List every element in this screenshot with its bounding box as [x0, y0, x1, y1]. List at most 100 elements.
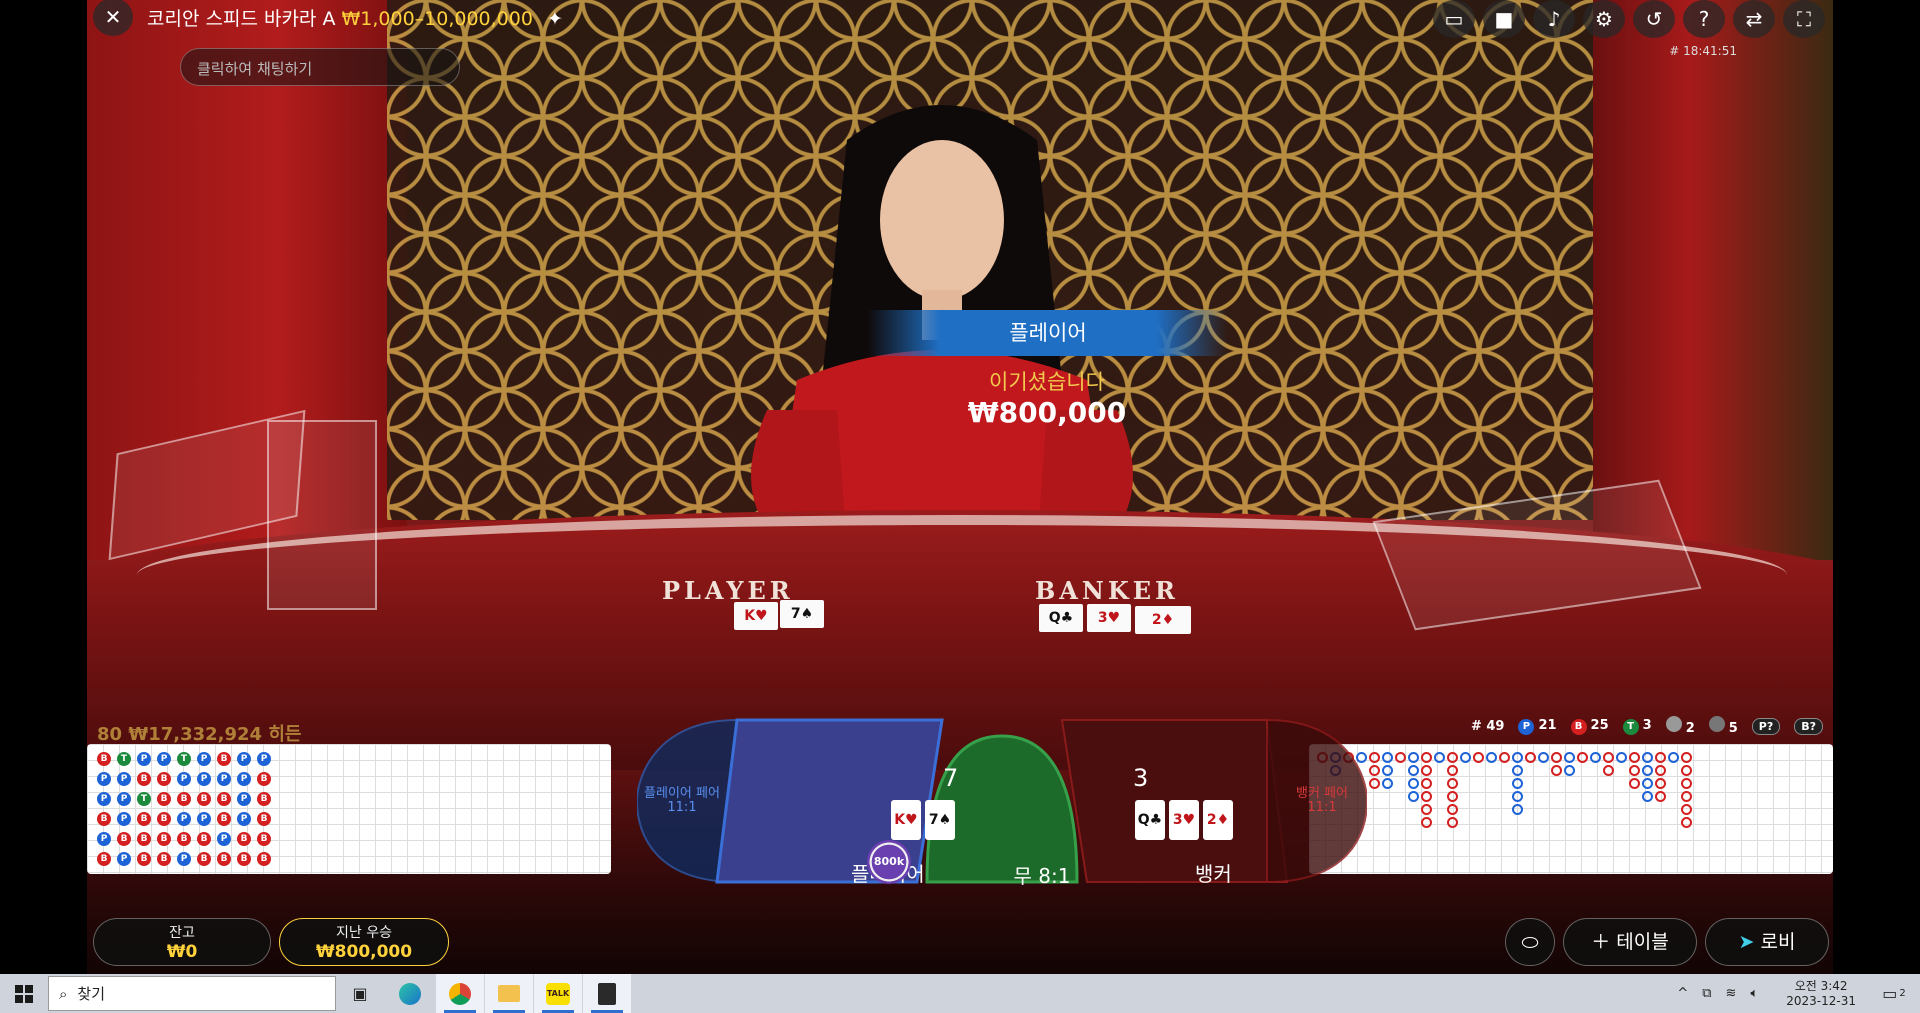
playing-card: K♥: [891, 800, 921, 840]
volume-button[interactable]: ♪: [1533, 0, 1575, 38]
bead-road-cell: P: [97, 832, 111, 846]
network-icon[interactable]: ⧉: [1702, 986, 1711, 1001]
playing-card: 2♦: [1203, 800, 1233, 840]
tie-label: 무 8:1: [1013, 864, 1071, 886]
chrome-button[interactable]: [436, 974, 484, 1013]
tie-bet[interactable]: 무 8:1: [967, 720, 1117, 886]
bead-road-cell: B: [257, 772, 271, 786]
big-road-cell: [1603, 752, 1614, 763]
big-road-cell: [1668, 752, 1679, 763]
bead-road-cell: B: [137, 812, 151, 826]
bead-road-cell: B: [217, 812, 231, 826]
lobby-button[interactable]: ➤ 로비: [1705, 918, 1829, 966]
big-road-cell: [1525, 752, 1536, 763]
bead-road-cell: T: [117, 752, 131, 766]
bead-road-cell: B: [217, 752, 231, 766]
big-road-cell: [1681, 765, 1692, 776]
chat-button[interactable]: ▭: [1433, 0, 1475, 38]
banker-score: 3: [1133, 764, 1149, 792]
banker-pair-icon: [1708, 716, 1725, 732]
win-amount: ₩800,000: [967, 396, 1127, 429]
big-road: [1309, 744, 1833, 874]
big-road-cell: [1629, 765, 1640, 776]
felt-card: 3♥: [1087, 604, 1131, 632]
chevron-up-icon[interactable]: ^: [1677, 986, 1688, 1001]
big-road-cell: [1421, 804, 1432, 815]
bead-road-cell: P: [197, 772, 211, 786]
bead-road-cell: P: [97, 792, 111, 806]
table-name: 코리안 스피드 바카라 A: [147, 8, 336, 30]
video-button[interactable]: ■: [1483, 0, 1525, 38]
banker-predict-button[interactable]: B?: [1794, 717, 1823, 735]
bead-road-cell: B: [257, 812, 271, 826]
file-explorer-button[interactable]: [485, 974, 533, 1013]
big-road-cell: [1681, 804, 1692, 815]
pin-icon[interactable]: ✦: [547, 8, 563, 30]
bead-road-cell: B: [197, 792, 211, 806]
chat-input[interactable]: 클릭하여 채팅하기: [180, 48, 460, 86]
task-view-button[interactable]: ▣: [336, 974, 384, 1013]
big-road-cell: [1512, 765, 1523, 776]
bead-road-cell: P: [177, 772, 191, 786]
history-button[interactable]: ↺: [1633, 0, 1675, 38]
player-pair-icon: [1665, 716, 1682, 732]
bet-chip[interactable]: 800k: [867, 840, 911, 884]
big-road-cell: [1590, 752, 1601, 763]
playing-card: 7♠: [925, 800, 955, 840]
felt-player-label: PLAYER: [662, 576, 794, 605]
calculator-button[interactable]: [583, 974, 631, 1013]
banker-pair-bet[interactable]: 뱅커 페어 11:1: [1277, 720, 1367, 886]
player-pair-bet[interactable]: 플레이어 페어 11:1: [637, 720, 727, 886]
big-road-cell: [1655, 752, 1666, 763]
settings-button[interactable]: ⚙: [1583, 0, 1625, 38]
tables-button[interactable]: ＋ 테이블: [1563, 918, 1697, 966]
bead-road-cell: P: [157, 752, 171, 766]
big-road-cell: [1538, 752, 1549, 763]
player-predict-button[interactable]: P?: [1751, 717, 1781, 735]
chip-stack-icon: ⬭: [1521, 930, 1539, 954]
notification-button[interactable]: ▭ 2: [1868, 974, 1920, 1013]
help-button[interactable]: ?: [1683, 0, 1725, 38]
bead-road-cell: P: [237, 812, 251, 826]
bet-limits: ₩1,000–10,000,000: [341, 8, 533, 30]
banker-pair-label: 뱅커 페어: [1296, 786, 1348, 801]
big-road-cell: [1460, 752, 1471, 763]
discard-tray-left: [267, 420, 377, 610]
bead-road-cell: B: [217, 792, 231, 806]
start-button[interactable]: [0, 974, 48, 1013]
clock[interactable]: 오전 3:42 2023-12-31: [1786, 979, 1856, 1009]
lobby-label: 로비: [1760, 931, 1796, 953]
big-road-cell: [1512, 804, 1523, 815]
video-icon: ■: [1494, 7, 1514, 31]
bead-road-cell: P: [177, 852, 191, 866]
game-number: # 18:41:51: [1669, 44, 1737, 58]
kakaotalk-icon: TALK: [546, 982, 570, 1005]
curtain-right: [1593, 0, 1833, 560]
plus-icon: ＋: [1591, 931, 1611, 953]
edge-button[interactable]: [386, 974, 434, 1013]
winner-banner: 플레이어: [868, 310, 1228, 356]
big-road-cell: [1447, 778, 1458, 789]
player-cards: K♥ 7♠: [891, 800, 955, 840]
fullscreen-button[interactable]: ⛶: [1783, 0, 1825, 38]
taskbar-search[interactable]: ⌕ 찾기: [48, 976, 336, 1011]
bead-road-cell: P: [217, 772, 231, 786]
volume-tray-icon[interactable]: 🔈︎: [1750, 986, 1758, 1001]
big-road-cell: [1434, 752, 1445, 763]
kakaotalk-button[interactable]: TALK: [534, 974, 582, 1013]
swap-button[interactable]: ⇄: [1733, 0, 1775, 38]
volume-icon: ♪: [1547, 7, 1561, 31]
bead-road-cell: P: [197, 752, 211, 766]
big-road-cell: [1369, 765, 1380, 776]
big-road-cell: [1603, 765, 1614, 776]
bead-road-cell: B: [177, 832, 191, 846]
player-pair-odds: 11:1: [667, 800, 697, 815]
wifi-icon[interactable]: ≋: [1726, 986, 1737, 1001]
tie-count: 3: [1642, 717, 1652, 733]
round-stats: # 49 P 21 B 25 T3 2 5 P? B?: [1471, 716, 1823, 736]
bead-road-cell: P: [217, 832, 231, 846]
big-road-cell: [1681, 791, 1692, 802]
bead-road-cell: P: [97, 772, 111, 786]
chip-stack-button[interactable]: ⬭: [1505, 918, 1555, 966]
big-road-cell: [1512, 778, 1523, 789]
